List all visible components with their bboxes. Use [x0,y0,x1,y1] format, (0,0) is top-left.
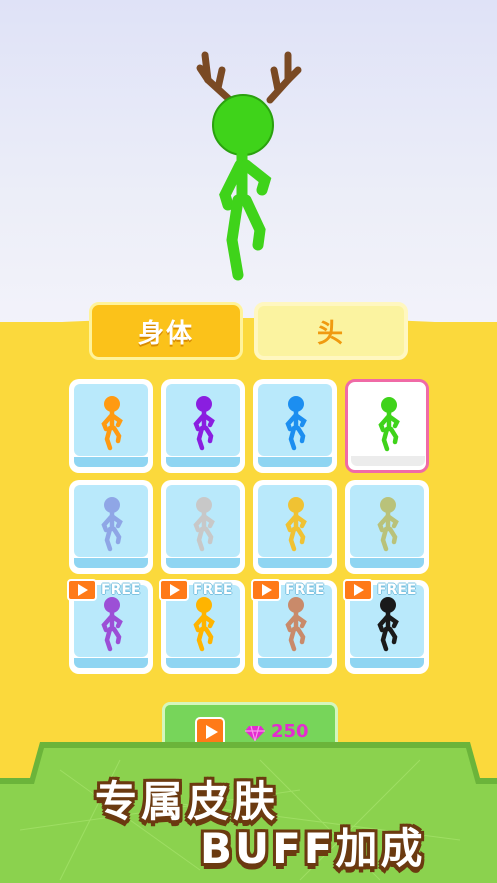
free-badge: FREE [159,578,232,602]
skin-card-base [258,658,332,668]
skin-card[interactable] [69,480,153,574]
skin-card[interactable]: FREE [251,578,337,674]
stickman-icon [101,396,123,451]
skin-card[interactable] [345,379,429,473]
skin-card[interactable] [161,480,245,574]
stickman-icon [285,497,307,552]
antler-icon [196,51,302,104]
free-label: FREE [377,582,417,598]
skin-card[interactable]: FREE [159,578,245,674]
skin-card-base [350,658,424,668]
skin-card-base [258,457,332,467]
play-video-icon [251,579,281,601]
stickman-icon [377,497,399,552]
skin-card[interactable] [161,379,245,473]
skin-card-base [166,457,240,467]
skin-card-base [74,658,148,668]
free-label: FREE [101,582,141,598]
stickman-icon [193,497,215,552]
skin-card-base [74,457,148,467]
skin-card-base [166,658,240,668]
skin-card-base [351,456,425,466]
free-label: FREE [193,582,233,598]
skin-card-base [258,558,332,568]
skin-card[interactable]: FREE [67,578,153,674]
skin-card[interactable] [345,480,429,574]
free-badge: FREE [251,578,324,602]
skin-card-base [350,558,424,568]
banner-line2: BUFF加成 [200,824,426,873]
free-label: FREE [285,582,325,598]
tab-head[interactable]: 头 [254,302,408,360]
skin-card[interactable]: FREE [343,578,429,674]
stickman-icon [193,396,215,451]
character-preview [196,51,302,281]
skin-card-base [166,558,240,568]
play-video-icon [67,579,97,601]
stickman-icon [285,396,307,451]
skin-card-base [74,558,148,568]
skin-card[interactable] [253,480,337,574]
play-video-icon [159,579,189,601]
free-badge: FREE [67,578,140,602]
play-video-icon [343,579,373,601]
tab-body[interactable]: 身体 [89,302,243,360]
free-badge: FREE [343,578,416,602]
stickman-icon [101,497,123,552]
skin-card[interactable] [69,379,153,473]
stickman-icon [378,397,400,452]
skin-card[interactable] [253,379,337,473]
